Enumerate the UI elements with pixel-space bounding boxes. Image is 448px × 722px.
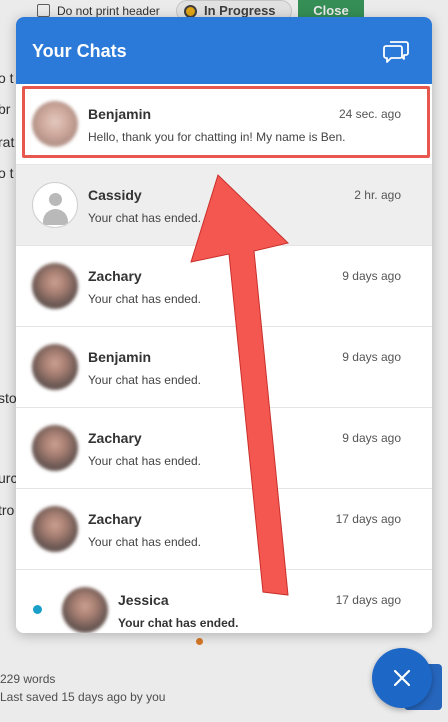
- close-icon: [393, 669, 411, 687]
- avatar: [62, 587, 108, 633]
- highlight-annotation: [22, 86, 430, 158]
- chat-item[interactable]: Jessica 17 days ago Your chat has ended.: [16, 570, 432, 633]
- chat-name: Zachary: [88, 430, 142, 446]
- chat-name: Jessica: [118, 592, 169, 608]
- chat-time: 9 days ago: [342, 350, 401, 364]
- chat-item[interactable]: Zachary 9 days ago Your chat has ended.: [16, 246, 432, 327]
- unread-indicator: [33, 605, 42, 614]
- chat-preview: Your chat has ended.: [88, 373, 201, 387]
- default-user-icon: [32, 182, 78, 228]
- chat-item[interactable]: Benjamin 9 days ago Your chat has ended.: [16, 327, 432, 408]
- chat-preview: Your chat has ended.: [88, 535, 201, 549]
- chat-preview: Your chat has ended.: [88, 211, 201, 225]
- close-chat-button[interactable]: [372, 648, 432, 708]
- chat-name: Benjamin: [88, 349, 152, 365]
- chat-item[interactable]: Zachary 9 days ago Your chat has ended.: [16, 408, 432, 489]
- chat-bubbles-icon[interactable]: [383, 39, 409, 63]
- widget-header: Your Chats: [16, 17, 432, 84]
- chat-item[interactable]: Zachary 17 days ago Your chat has ended.: [16, 489, 432, 570]
- chat-preview: Your chat has ended.: [88, 454, 201, 468]
- avatar: [32, 506, 78, 552]
- chat-preview: Your chat has ended.: [88, 292, 201, 306]
- avatar: [32, 425, 78, 471]
- chat-item[interactable]: Cassidy 2 hr. ago Your chat has ended.: [16, 165, 432, 246]
- avatar: [32, 344, 78, 390]
- chat-name: Zachary: [88, 511, 142, 527]
- chat-time: 9 days ago: [342, 431, 401, 445]
- chat-name: Zachary: [88, 268, 142, 284]
- avatar: [32, 263, 78, 309]
- chat-list: Benjamin 24 sec. ago Hello, thank you fo…: [16, 84, 432, 633]
- chat-name: Cassidy: [88, 187, 142, 203]
- chat-time: 17 days ago: [335, 593, 401, 607]
- chat-time: 2 hr. ago: [354, 188, 401, 202]
- chat-time: 9 days ago: [342, 269, 401, 283]
- widget-title: Your Chats: [32, 41, 127, 61]
- chat-preview: Your chat has ended.: [118, 616, 239, 630]
- chat-time: 17 days ago: [335, 512, 401, 526]
